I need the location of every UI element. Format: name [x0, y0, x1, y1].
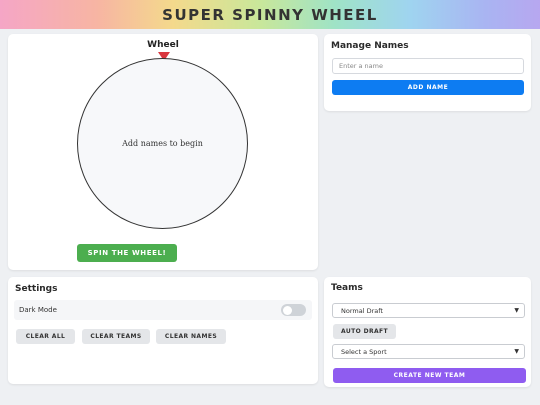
wheel-title: Wheel [147, 40, 179, 50]
app-title: SUPER SPINNY WHEEL [162, 5, 378, 24]
dark-mode-label: Dark Mode [19, 306, 57, 314]
manage-names-title: Manage Names [331, 41, 409, 51]
clear-all-button[interactable]: CLEAR ALL [16, 329, 75, 344]
clear-teams-button[interactable]: CLEAR TEAMS [82, 329, 150, 344]
draft-mode-value: Normal Draft [341, 306, 383, 315]
toggle-knob [282, 305, 292, 315]
wheel-panel: Wheel Add names to begin SPIN THE WHEEL! [8, 34, 318, 270]
draft-mode-select[interactable]: Normal Draft ▼ [332, 303, 525, 318]
clear-names-button[interactable]: CLEAR NAMES [156, 329, 226, 344]
sport-select[interactable]: Select a Sport ▼ [332, 344, 525, 359]
wheel-empty-text: Add names to begin [122, 139, 203, 148]
manage-names-panel: Manage Names Enter a name ADD NAME [324, 34, 531, 111]
chevron-down-icon: ▼ [514, 348, 519, 355]
name-input[interactable]: Enter a name [332, 58, 524, 74]
dark-mode-toggle[interactable] [281, 304, 306, 316]
dark-mode-row: Dark Mode [14, 300, 312, 320]
chevron-down-icon: ▼ [514, 307, 519, 314]
create-team-button[interactable]: CREATE NEW TEAM [333, 368, 526, 383]
teams-title: Teams [331, 283, 363, 293]
auto-draft-button[interactable]: AUTO DRAFT [333, 324, 396, 339]
app-header: SUPER SPINNY WHEEL [0, 0, 540, 29]
spin-button[interactable]: SPIN THE WHEEL! [77, 244, 177, 262]
settings-panel: Settings Dark Mode CLEAR ALL CLEAR TEAMS… [8, 277, 318, 384]
sport-value: Select a Sport [341, 347, 387, 356]
teams-panel: Teams Normal Draft ▼ AUTO DRAFT Select a… [324, 277, 531, 387]
add-name-button[interactable]: ADD NAME [332, 80, 524, 95]
settings-title: Settings [15, 284, 58, 294]
wheel[interactable]: Add names to begin [77, 58, 248, 229]
